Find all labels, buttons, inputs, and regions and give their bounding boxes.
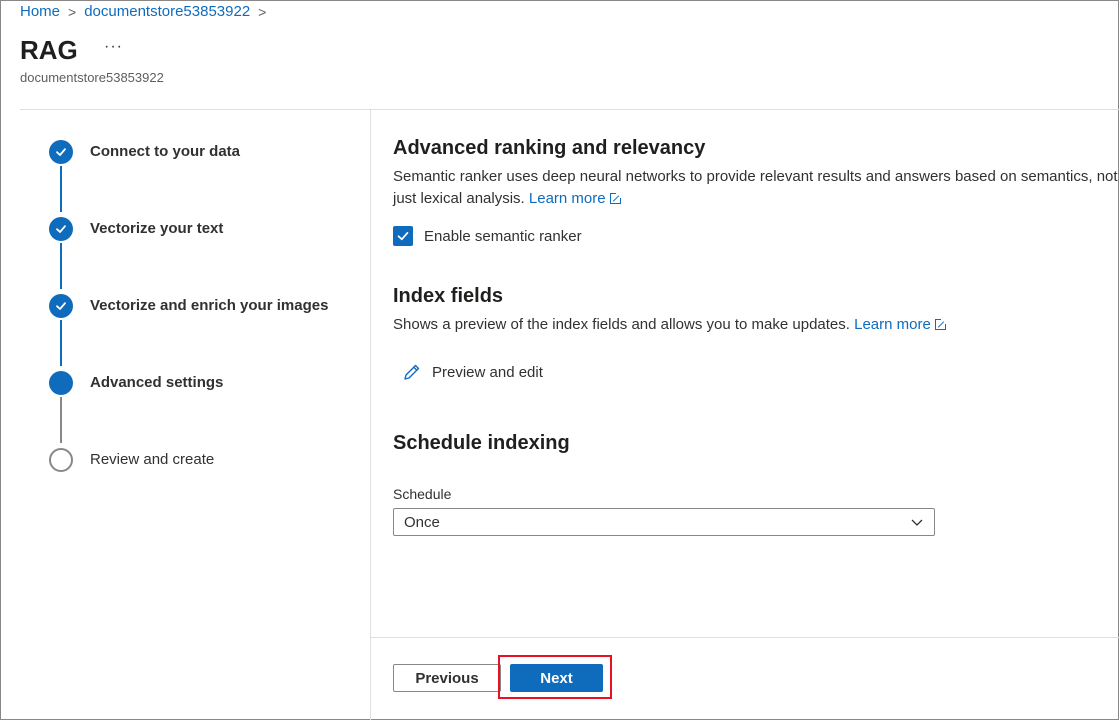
step-vectorize-images[interactable]: Vectorize and enrich your images — [49, 294, 328, 318]
index-fields-description: Shows a preview of the index fields and … — [393, 314, 946, 336]
section-title-ranking: Advanced ranking and relevancy — [393, 137, 706, 159]
breadcrumb-home-link[interactable]: Home — [20, 3, 60, 20]
preview-edit-button[interactable]: Preview and edit — [402, 362, 543, 382]
external-link-icon — [609, 193, 621, 204]
step-connector — [60, 243, 62, 289]
schedule-dropdown[interactable]: Once — [393, 508, 935, 536]
step-label: Advanced settings — [90, 374, 224, 391]
step-connect-data[interactable]: Connect to your data — [49, 140, 240, 164]
checkbox-label: Enable semantic ranker — [424, 227, 582, 245]
learn-more-label: Learn more — [854, 316, 931, 333]
window-frame — [0, 0, 1119, 720]
step-advanced-settings[interactable]: Advanced settings — [49, 371, 223, 395]
schedule-label: Schedule — [393, 486, 452, 502]
ranking-description: Semantic ranker uses deep neural network… — [393, 166, 1118, 210]
check-circle-icon — [49, 140, 73, 164]
current-step-icon — [49, 371, 73, 395]
step-label: Review and create — [90, 451, 215, 468]
ranking-description-line: Semantic ranker uses deep neural network… — [393, 168, 1118, 185]
chevron-down-icon — [911, 519, 923, 526]
check-circle-icon — [49, 217, 73, 241]
more-options-button[interactable]: ··· — [104, 38, 123, 56]
section-title-schedule: Schedule indexing — [393, 432, 570, 454]
chevron-right-icon: > — [258, 3, 267, 20]
external-link-icon — [934, 319, 946, 330]
learn-more-label: Learn more — [528, 190, 606, 207]
step-label: Vectorize and enrich your images — [90, 297, 329, 314]
chevron-right-icon: > — [68, 3, 77, 20]
panel-divider — [370, 110, 371, 720]
schedule-selected-value: Once — [404, 513, 440, 531]
breadcrumb: Home > documentstore53853922 > — [20, 3, 274, 20]
step-label: Vectorize your text — [90, 220, 224, 237]
learn-more-link[interactable]: Learn more — [529, 190, 621, 207]
header-divider — [20, 109, 1119, 110]
step-connector — [60, 166, 62, 212]
semantic-ranker-checkbox[interactable] — [393, 226, 413, 246]
ranking-description-text: just lexical analysis. — [393, 190, 525, 207]
step-label: Connect to your data — [90, 143, 241, 160]
previous-button[interactable]: Previous — [393, 664, 501, 692]
page-subtitle: documentstore53853922 — [20, 70, 164, 85]
step-review-create[interactable]: Review and create — [49, 448, 214, 472]
footer-divider — [370, 637, 1119, 638]
learn-more-link[interactable]: Learn more — [854, 316, 946, 333]
page-title: RAG — [20, 35, 78, 65]
section-title-index-fields: Index fields — [393, 285, 504, 307]
step-connector — [60, 397, 62, 443]
highlight-box — [498, 655, 612, 699]
breadcrumb-resource-link[interactable]: documentstore53853922 — [84, 3, 250, 20]
check-circle-icon — [49, 294, 73, 318]
preview-edit-label: Preview and edit — [432, 363, 543, 381]
step-connector — [60, 320, 62, 366]
index-fields-description-text: Shows a preview of the index fields and … — [393, 316, 850, 333]
empty-circle-icon — [49, 448, 73, 472]
ranking-description-line: just lexical analysis. Learn more — [393, 188, 1118, 210]
pencil-icon — [404, 364, 420, 380]
step-vectorize-text[interactable]: Vectorize your text — [49, 217, 223, 241]
semantic-ranker-checkbox-row[interactable]: Enable semantic ranker — [393, 226, 582, 246]
